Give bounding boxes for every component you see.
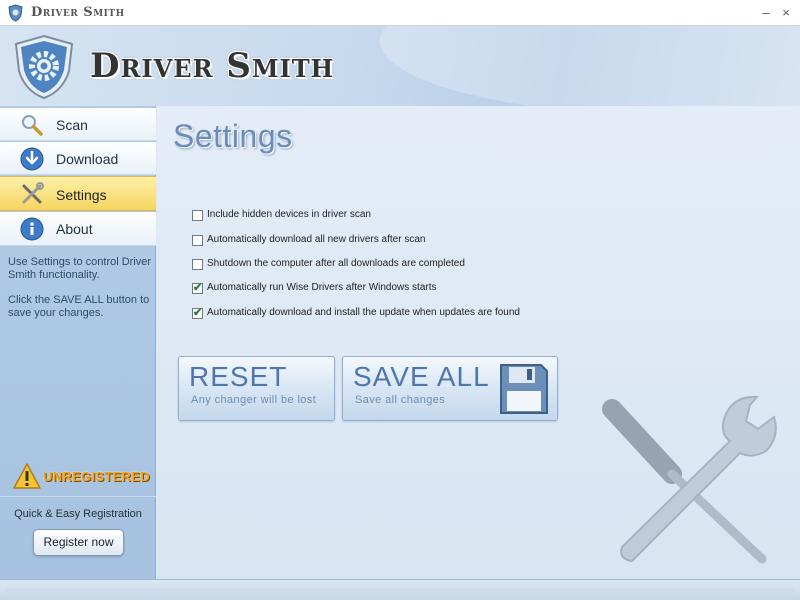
screwdriver-wrench-icon: [602, 395, 777, 564]
magnifier-icon: [22, 115, 43, 136]
save-all-button-title: SAVE ALL: [353, 361, 490, 392]
option-label: Automatically run Wise Drivers after Win…: [207, 282, 437, 293]
floppy-disk-icon: [500, 364, 548, 414]
status-track: [5, 588, 795, 593]
quick-registration-text: Quick & Easy Registration: [14, 508, 142, 520]
option-label: Automatically download and install the u…: [207, 307, 520, 318]
reset-button[interactable]: RESET Any changer will be lost: [178, 356, 335, 421]
divider: [0, 496, 156, 497]
logo-text: Driver Smith: [90, 46, 335, 86]
minimize-button[interactable]: –: [756, 3, 776, 23]
checkbox-checked[interactable]: ✔: [192, 307, 203, 319]
info-icon: [20, 217, 44, 241]
window-title: Driver Smith: [31, 5, 125, 20]
checkbox[interactable]: [192, 259, 203, 270]
option-label: Shutdown the computer after all download…: [207, 258, 465, 269]
settings-panel: Settings Include hidden devices in drive…: [157, 106, 800, 579]
app-shield-icon: [8, 4, 23, 22]
help-text: Click the SAVE ALL button to save your c…: [8, 294, 150, 319]
unregistered-badge: UNREGISTERED: [12, 462, 150, 490]
sidebar-item-download[interactable]: Download: [0, 142, 156, 175]
logo-shield-icon: [14, 34, 74, 100]
title-bar: Driver Smith – ×: [0, 0, 800, 26]
sidebar-item-label: Settings: [56, 187, 107, 203]
warning-icon: [13, 463, 41, 489]
sidebar-item-scan[interactable]: Scan: [0, 108, 156, 141]
save-all-button-subtitle: Save all changes: [355, 394, 446, 406]
register-now-button[interactable]: Register now: [33, 529, 124, 556]
checkbox[interactable]: [192, 235, 203, 246]
help-text: Use Settings to control Driver Smith fun…: [8, 256, 152, 281]
header-banner: Driver Smith: [0, 26, 800, 106]
page-title: Settings: [173, 118, 293, 154]
unregistered-label: UNREGISTERED: [43, 469, 150, 484]
option-label: Automatically download all new drivers a…: [207, 234, 426, 245]
tools-icon: [22, 182, 44, 204]
sidebar-item-label: Download: [56, 151, 119, 167]
save-all-button[interactable]: SAVE ALL Save all changes: [342, 356, 558, 421]
reset-button-subtitle: Any changer will be lost: [191, 394, 317, 406]
reset-button-title: RESET: [189, 361, 288, 392]
checkbox[interactable]: [192, 210, 203, 221]
sidebar-help: Use Settings to control Driver Smith fun…: [8, 256, 153, 332]
sidebar: Scan Download Settings About Use Setting…: [0, 106, 156, 579]
close-button[interactable]: ×: [776, 3, 796, 23]
sidebar-item-settings[interactable]: Settings: [0, 176, 156, 211]
checkbox-checked[interactable]: ✔: [192, 282, 203, 294]
status-bar: [0, 579, 800, 600]
checkmark-icon: ✔: [193, 282, 203, 294]
sidebar-item-label: About: [56, 221, 93, 237]
checkmark-icon: ✔: [193, 307, 203, 319]
sidebar-item-about[interactable]: About: [0, 212, 156, 246]
sidebar-item-label: Scan: [56, 117, 88, 133]
option-label: Include hidden devices in driver scan: [207, 209, 371, 220]
download-arrow-icon: [20, 147, 44, 171]
